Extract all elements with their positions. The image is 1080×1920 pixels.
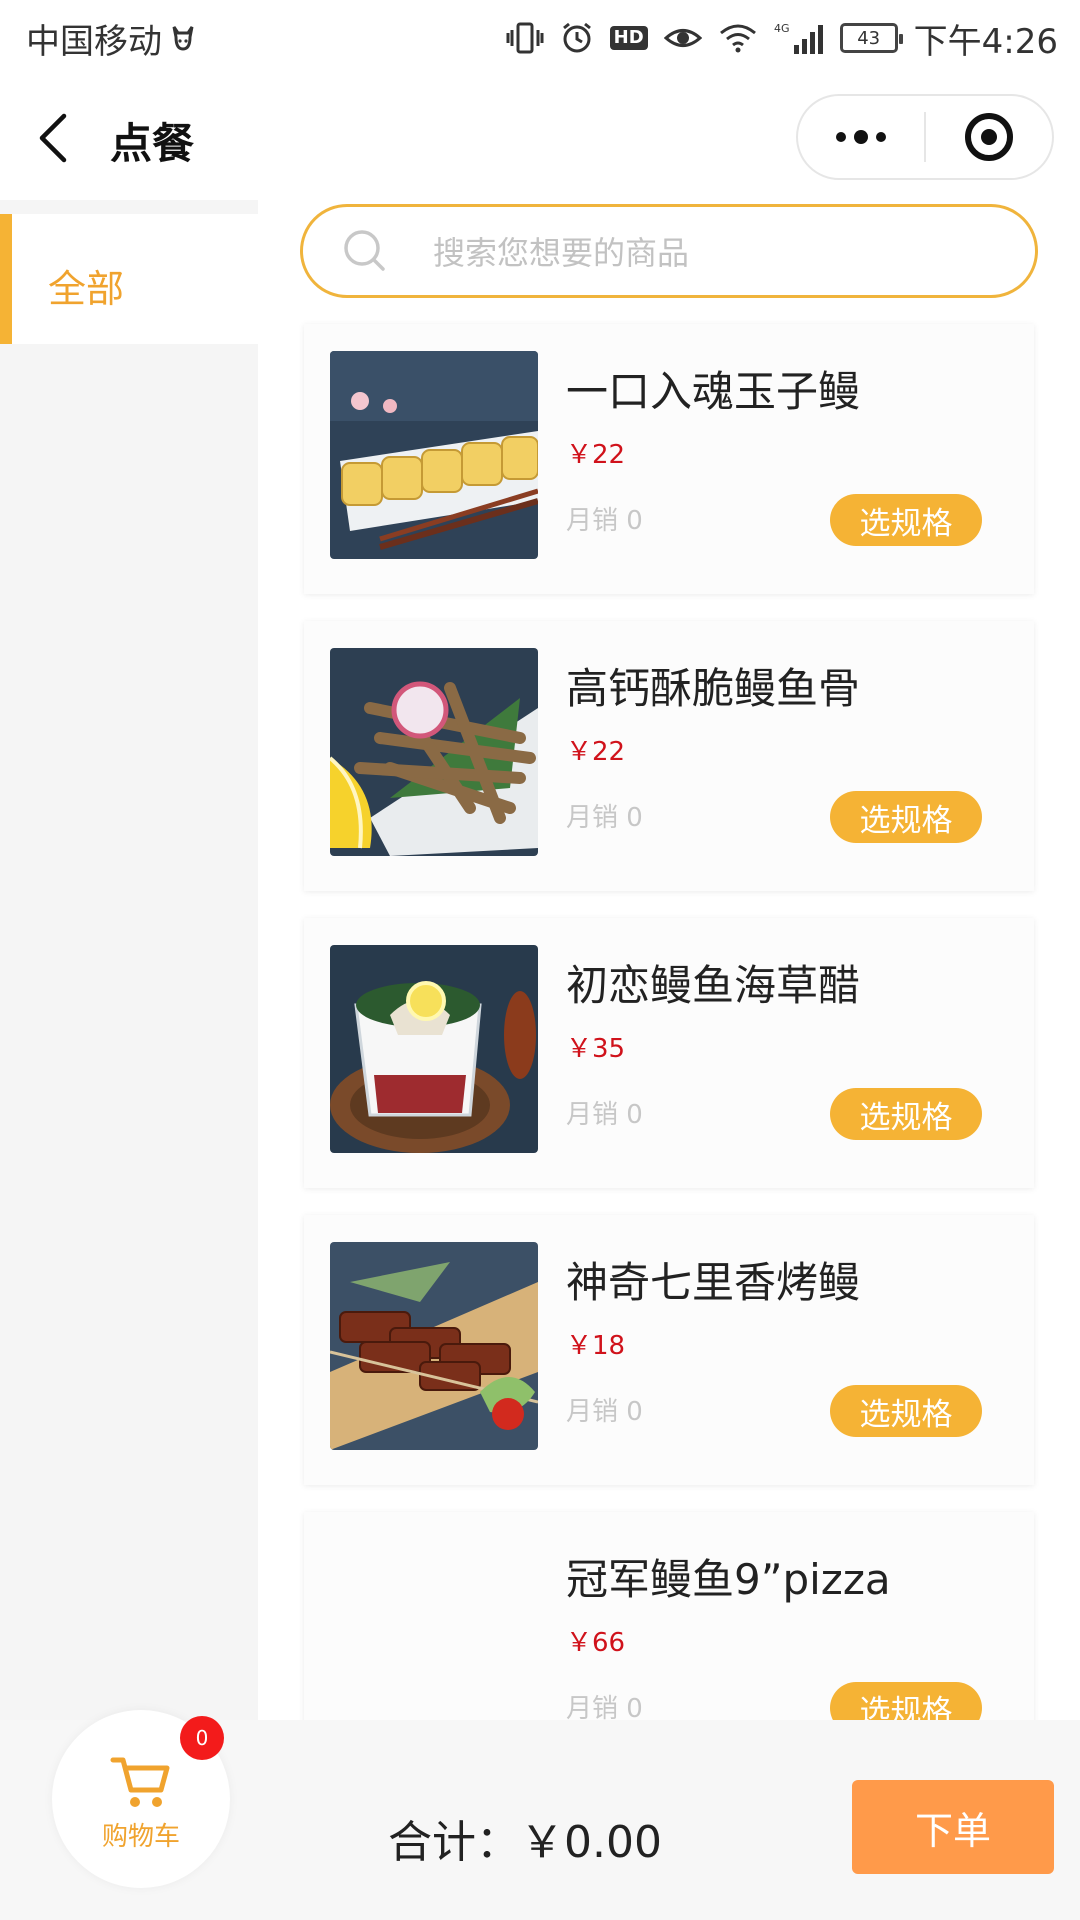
cart-count-badge: 0 (180, 1716, 224, 1760)
product-image[interactable] (330, 945, 538, 1153)
network-type-label: 4G (774, 22, 790, 35)
nav-bar: 点餐 (0, 76, 1080, 200)
product-card[interactable]: 冠军鳗鱼9”pizza ￥66 月销 0 选规格 (304, 1512, 1034, 1720)
product-price: ￥18 (566, 1331, 626, 1361)
search-placeholder: 搜索您想要的商品 (433, 234, 690, 272)
place-order-button[interactable]: 下单 (852, 1780, 1054, 1874)
product-image[interactable] (330, 648, 538, 856)
product-image[interactable] (330, 1539, 538, 1720)
main-content: 搜索您想要的商品 一口入魂玉子鳗 ￥22 月销 0 选规格 高钙酥脆鳗鱼骨 ￥2… (258, 200, 1080, 1720)
product-monthly-sales: 月销 0 (566, 803, 643, 833)
product-price: ￥66 (566, 1628, 626, 1658)
status-left: 中国移动 (26, 14, 196, 63)
eye-icon (663, 23, 702, 53)
target-icon (964, 113, 1013, 161)
back-button[interactable] (30, 110, 80, 166)
order-total: 合计：￥0.00 (388, 1817, 662, 1868)
cellular-signal-icon: 4G (774, 21, 824, 55)
battery-level: 43 (857, 27, 881, 49)
product-image[interactable] (330, 1242, 538, 1450)
product-price: ￥22 (566, 440, 626, 470)
wifi-icon (718, 22, 758, 54)
search-input[interactable]: 搜索您想要的商品 (300, 204, 1038, 298)
cow-icon (170, 23, 196, 53)
category-active-indicator (0, 214, 12, 344)
status-right: HD 4G 43 下午4:26 (506, 14, 1058, 63)
product-monthly-sales: 月销 0 (566, 1100, 643, 1130)
select-spec-button[interactable]: 选规格 (830, 1088, 982, 1140)
product-list: 一口入魂玉子鳗 ￥22 月销 0 选规格 高钙酥脆鳗鱼骨 ￥22 月销 0 选规… (304, 324, 1034, 1720)
product-card[interactable]: 初恋鳗鱼海草醋 ￥35 月销 0 选规格 (304, 918, 1034, 1188)
select-spec-button[interactable]: 选规格 (830, 791, 982, 843)
product-price: ￥35 (566, 1034, 626, 1064)
product-monthly-sales: 月销 0 (566, 1397, 643, 1427)
product-monthly-sales: 月销 0 (566, 1694, 643, 1720)
chevron-left-icon (39, 113, 67, 163)
product-card[interactable]: 高钙酥脆鳗鱼骨 ￥22 月销 0 选规格 (304, 621, 1034, 891)
cart-label: 购物车 (101, 1821, 180, 1852)
battery-icon: 43 (839, 23, 903, 53)
status-bar: 中国移动 HD 4G 43 下午4:26 (0, 0, 1080, 76)
shopping-cart-icon (110, 1757, 170, 1807)
hd-icon: HD (609, 26, 648, 50)
category-sidebar: 全部 (0, 200, 258, 1720)
alarm-icon (560, 21, 594, 55)
category-item-all[interactable]: 全部 (0, 214, 258, 344)
more-button[interactable] (798, 96, 924, 178)
page-title: 点餐 (110, 119, 195, 168)
bottom-checkout-bar: 购物车 0 合计：￥0.00 下单 (0, 1710, 1080, 1920)
select-spec-button[interactable]: 选规格 (830, 1682, 982, 1720)
close-miniprogram-button[interactable] (926, 96, 1052, 178)
carrier-label: 中国移动 (26, 21, 162, 62)
more-dots-icon (836, 130, 886, 144)
product-monthly-sales: 月销 0 (566, 506, 643, 536)
product-price: ￥22 (566, 737, 626, 767)
product-name: 初恋鳗鱼海草醋 (566, 961, 861, 1010)
product-name: 神奇七里香烤鳗 (566, 1258, 861, 1307)
miniprogram-capsule (796, 94, 1054, 180)
search-icon (344, 230, 385, 271)
product-image[interactable] (330, 351, 538, 559)
category-label: 全部 (48, 267, 125, 311)
select-spec-button[interactable]: 选规格 (830, 494, 982, 546)
product-card[interactable]: 一口入魂玉子鳗 ￥22 月销 0 选规格 (304, 324, 1034, 594)
product-card[interactable]: 神奇七里香烤鳗 ￥18 月销 0 选规格 (304, 1215, 1034, 1485)
clock-time: 下午4:26 (913, 21, 1058, 62)
product-name: 一口入魂玉子鳗 (566, 367, 861, 416)
product-name: 冠军鳗鱼9”pizza (566, 1555, 891, 1604)
product-name: 高钙酥脆鳗鱼骨 (566, 664, 861, 713)
select-spec-button[interactable]: 选规格 (830, 1385, 982, 1437)
vibrate-icon (506, 21, 544, 55)
